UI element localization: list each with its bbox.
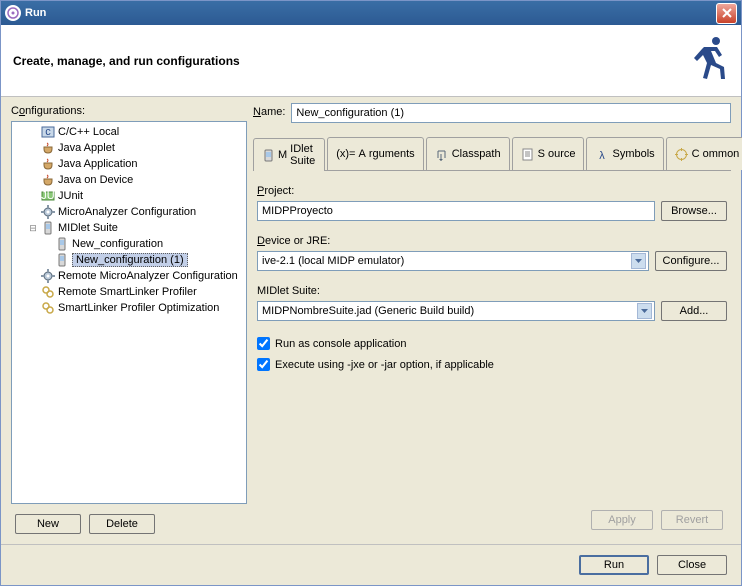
tab-sym[interactable]: λSymbols (586, 137, 663, 170)
tab-args[interactable]: (x)= Arguments (327, 137, 423, 170)
tree-item-label: Remote SmartLinker Profiler (58, 286, 197, 298)
tree-item-label: SmartLinker Profiler Optimization (58, 302, 219, 314)
tree-item-japp[interactable]: Java Application (12, 156, 246, 172)
sym-tab-icon: λ (595, 147, 609, 161)
svg-text:λ: λ (599, 150, 605, 161)
device-dropdown[interactable]: ive-2.1 (local MIDP emulator) (257, 251, 649, 271)
src-tab-icon (521, 147, 535, 161)
java-icon (40, 172, 56, 188)
phone-icon (54, 236, 70, 252)
configurations-label: Configurations: (11, 105, 247, 117)
run-icon (689, 35, 729, 86)
tree-twisty[interactable] (40, 239, 54, 249)
svg-text:c: c (45, 126, 51, 138)
tree-item-japplet[interactable]: Java Applet (12, 140, 246, 156)
tree-twisty[interactable] (26, 303, 40, 313)
run-console-label: Run as console application (275, 338, 406, 350)
footer: Run Close (1, 544, 741, 585)
titlebar: Run (1, 1, 741, 25)
cpp-icon: c (40, 124, 56, 140)
add-button[interactable]: Add... (661, 301, 727, 321)
java-icon (40, 140, 56, 156)
configurations-tree[interactable]: c C/C++ Local Java Applet Java Applicatio… (11, 121, 247, 504)
tree-item-micro[interactable]: MicroAnalyzer Configuration (12, 204, 246, 220)
tab-cp[interactable]: Classpath (426, 137, 510, 170)
chevron-down-icon[interactable] (631, 253, 646, 269)
execute-jxe-checkbox[interactable] (257, 358, 270, 371)
name-input[interactable] (291, 103, 731, 123)
tree-twisty[interactable] (26, 127, 40, 137)
phone-icon (54, 252, 70, 268)
tree-item-junit[interactable]: JUJUnit (12, 188, 246, 204)
tree-item-label: New_configuration (1) (72, 253, 188, 267)
tree-item-jdev[interactable]: Java on Device (12, 172, 246, 188)
dialog-title: Create, manage, and run configurations (13, 54, 689, 68)
gear-icon (40, 204, 56, 220)
run-button[interactable]: Run (579, 555, 649, 575)
chevron-down-icon[interactable] (637, 303, 652, 319)
tree-item-label: MicroAnalyzer Configuration (58, 206, 196, 218)
tree-item-rsl[interactable]: Remote SmartLinker Profiler (12, 284, 246, 300)
tree-item-label: Java on Device (58, 174, 133, 186)
name-label: Name: (253, 106, 285, 118)
apply-button: Apply (591, 510, 653, 530)
device-label: Device or JRE: (257, 235, 727, 247)
tree-twisty[interactable] (26, 287, 40, 297)
tab-src[interactable]: Source (512, 137, 585, 170)
tree-item-label: JUnit (58, 190, 83, 202)
tree-twisty[interactable] (26, 191, 40, 201)
new-button[interactable]: New (15, 514, 81, 534)
tree-item-nc1[interactable]: New_configuration (1) (12, 252, 246, 268)
junit-icon: JU (40, 188, 56, 204)
tree-item-label: Java Applet (58, 142, 115, 154)
tree-item-midlet[interactable]: ⊟ MIDlet Suite (12, 220, 246, 236)
tree-twisty[interactable] (40, 255, 54, 265)
project-label: Project: (257, 185, 727, 197)
delete-button[interactable]: Delete (89, 514, 155, 534)
svg-text:JU: JU (41, 190, 55, 202)
tree-item-nc[interactable]: New_configuration (12, 236, 246, 252)
link-icon (40, 284, 56, 300)
tree-item-label: Remote MicroAnalyzer Configuration (58, 270, 238, 282)
tree-twisty[interactable] (26, 207, 40, 217)
cp-tab-icon (435, 147, 449, 161)
window-title: Run (25, 7, 46, 19)
tree-item-label: C/C++ Local (58, 126, 119, 138)
link-icon (40, 300, 56, 316)
browse-button[interactable]: Browse... (661, 201, 727, 221)
tab-midlet[interactable]: MIDlet Suite (253, 138, 325, 171)
tree-item-label: New_configuration (72, 238, 163, 250)
revert-button: Revert (661, 510, 723, 530)
tree-twisty[interactable] (26, 159, 40, 169)
java-icon (40, 156, 56, 172)
tree-item-label: MIDlet Suite (58, 222, 118, 234)
midlet-tab-icon (262, 148, 275, 162)
tree-item-rmicro[interactable]: Remote MicroAnalyzer Configuration (12, 268, 246, 284)
tree-twisty[interactable] (26, 175, 40, 185)
tree-item-slopt[interactable]: SmartLinker Profiler Optimization (12, 300, 246, 316)
project-input[interactable] (257, 201, 655, 221)
tabs: MIDlet Suite(x)= ArgumentsClasspathSourc… (253, 137, 731, 171)
dialog-header: Create, manage, and run configurations (1, 25, 741, 97)
tree-item-cpp[interactable]: c C/C++ Local (12, 124, 246, 140)
close-button[interactable]: Close (657, 555, 727, 575)
suite-dropdown[interactable]: MIDPNombreSuite.jad (Generic Build build… (257, 301, 655, 321)
close-window-button[interactable] (716, 3, 737, 24)
midlet-suite-label: MIDlet Suite: (257, 285, 727, 297)
app-icon (5, 5, 21, 21)
tree-twisty[interactable] (26, 143, 40, 153)
gear-icon (40, 268, 56, 284)
execute-jxe-label: Execute using -jxe or -jar option, if ap… (275, 359, 494, 371)
tree-twisty[interactable]: ⊟ (26, 223, 40, 234)
cmn-tab-icon (675, 147, 689, 161)
tab-cmn[interactable]: Common (666, 137, 742, 170)
phone-icon (40, 220, 56, 236)
run-console-checkbox[interactable] (257, 337, 270, 350)
tree-twisty[interactable] (26, 271, 40, 281)
configure-button[interactable]: Configure... (655, 251, 727, 271)
tree-item-label: Java Application (58, 158, 138, 170)
